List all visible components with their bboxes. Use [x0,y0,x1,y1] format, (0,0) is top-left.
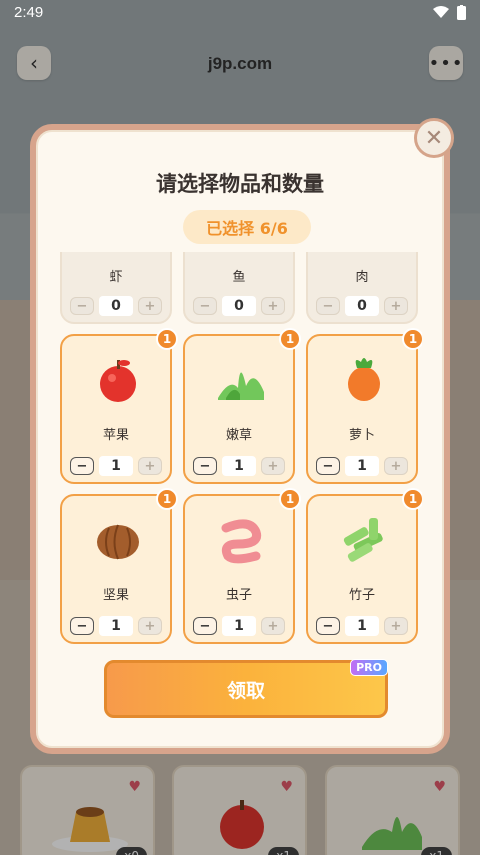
increment-button[interactable]: + [138,457,162,475]
worm-icon [221,519,262,564]
quantity-stepper: − 1 + [193,456,285,476]
increment-button[interactable]: + [261,617,285,635]
quantity-value: 1 [222,616,256,636]
decrement-button[interactable]: − [316,297,340,315]
decrement-button[interactable]: − [70,297,94,315]
selected-count-pill: 已选择 6/6 [183,210,311,244]
status-icons [433,5,466,20]
decrement-button[interactable]: − [193,457,217,475]
item-label: 嫩草 [225,428,252,443]
item-card-worm[interactable]: 1 虫子 − 1 + [183,488,301,644]
quantity-stepper: − 1 + [316,456,408,476]
item-label: 苹果 [102,428,129,443]
item-card-grass[interactable]: 1 嫩草 − 1 + [183,328,301,484]
dialog-title: 请选择物品和数量 [156,172,324,196]
battery-icon [457,5,466,20]
increment-button[interactable]: + [138,617,162,635]
item-label: 虫子 [225,588,252,603]
increment-button[interactable]: + [384,617,408,635]
decrement-button[interactable]: − [70,457,94,475]
dialog-body: 请选择物品和数量 已选择 6/6 虾 − 0 + 鱼 − 0 + 肉 − 0 +… [36,130,444,748]
quantity-stepper: − 0 + [70,296,162,316]
quantity-value: 0 [345,296,379,316]
status-bar: 2:49 [0,0,480,26]
item-card-shrimp[interactable]: 虾 − 0 + [60,252,172,324]
pro-badge: PRO [350,659,388,676]
grass-icon [218,372,264,400]
selected-count-badge: 1 [156,488,178,510]
selected-count-badge: 1 [279,328,301,350]
item-label: 坚果 [102,588,129,603]
quantity-value: 1 [99,456,133,476]
item-card-fish[interactable]: 鱼 − 0 + [183,252,295,324]
wifi-icon [433,6,449,18]
decrement-button[interactable]: − [316,617,340,635]
quantity-value: 0 [99,296,133,316]
status-time: 2:49 [14,4,44,21]
claim-label: 领取 [226,679,265,702]
decrement-button[interactable]: − [70,617,94,635]
nut-icon [97,524,139,560]
item-label: 虾 [109,270,123,285]
item-card-nut[interactable]: 1 坚果 − 1 + [60,488,178,644]
quantity-value: 1 [345,456,379,476]
carrot-icon [348,358,380,401]
quantity-value: 1 [345,616,379,636]
quantity-value: 1 [99,616,133,636]
item-label: 肉 [355,270,369,285]
item-card-meat[interactable]: 肉 − 0 + [306,252,418,324]
increment-button[interactable]: + [261,457,285,475]
selected-count-badge: 1 [156,328,178,350]
increment-button[interactable]: + [261,297,285,315]
increment-button[interactable]: + [384,457,408,475]
quantity-stepper: − 1 + [193,616,285,636]
decrement-button[interactable]: − [316,457,340,475]
claim-button[interactable]: 领取 PRO [104,659,388,718]
item-select-dialog: 请选择物品和数量 已选择 6/6 虾 − 0 + 鱼 − 0 + 肉 − 0 +… [30,124,450,754]
quantity-stepper: − 1 + [70,616,162,636]
quantity-stepper: − 1 + [70,456,162,476]
item-card-bamboo[interactable]: 1 竹子 − 1 + [306,488,422,644]
quantity-stepper: − 0 + [193,296,285,316]
quantity-stepper: − 1 + [316,616,408,636]
quantity-value: 0 [222,296,256,316]
quantity-stepper: − 0 + [316,296,408,316]
item-grid[interactable]: 虾 − 0 + 鱼 − 0 + 肉 − 0 + 1 苹果 − 1 + 1 嫩草 … [60,252,422,644]
item-label: 萝卜 [348,428,375,443]
close-button[interactable]: ✕ [414,118,454,158]
decrement-button[interactable]: − [193,297,217,315]
increment-button[interactable]: + [384,297,408,315]
close-icon: ✕ [424,125,444,151]
selected-count-badge: 1 [279,488,301,510]
bamboo-icon [343,518,383,562]
decrement-button[interactable]: − [193,617,217,635]
quantity-value: 1 [222,456,256,476]
increment-button[interactable]: + [138,297,162,315]
item-card-apple[interactable]: 1 苹果 − 1 + [60,328,178,484]
selected-count-badge: 1 [402,488,422,510]
item-card-carrot[interactable]: 1 萝卜 − 1 + [306,328,422,484]
selected-count-badge: 1 [402,328,422,350]
item-label: 鱼 [232,270,246,285]
apple-icon [100,360,136,402]
item-label: 竹子 [348,588,375,603]
